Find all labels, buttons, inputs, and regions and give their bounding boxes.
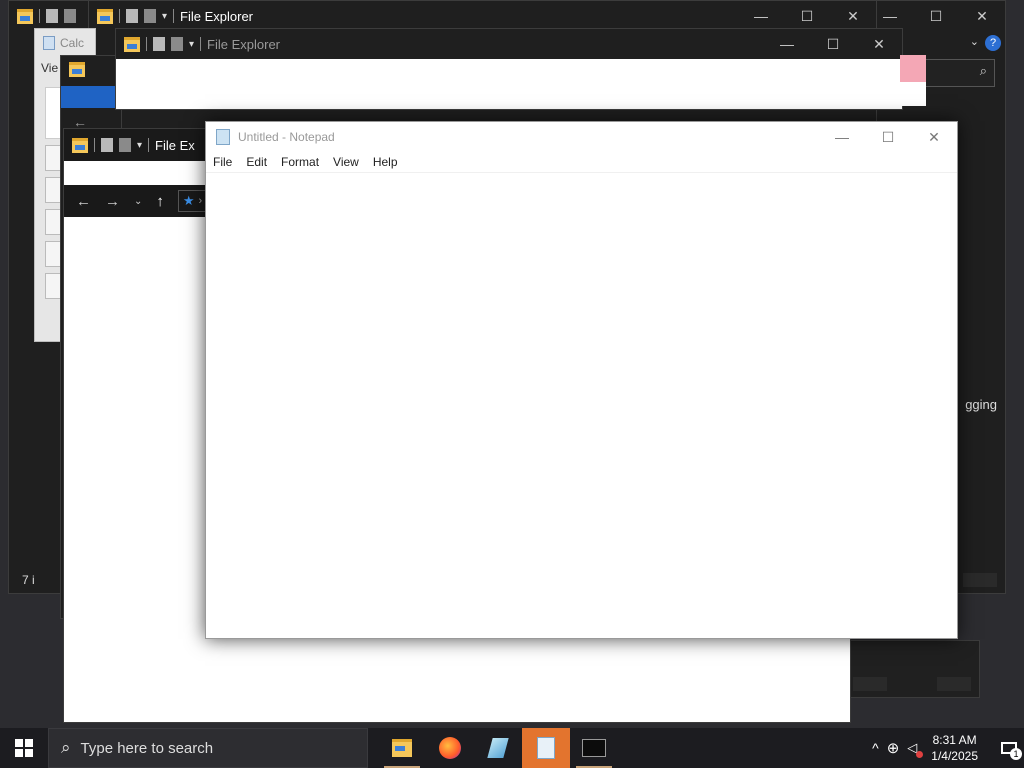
titlebar: Calc [35,29,84,57]
menu-view[interactable]: View [326,152,366,172]
system-tray: ^ ⊕ ◁ 8:31 AM 1/4/2025 1 [872,728,1024,768]
properties-icon[interactable] [153,37,165,51]
action-center-button[interactable]: 1 [994,728,1024,768]
taskbar-file-explorer[interactable] [378,728,426,768]
address-bar[interactable]: ★ › [177,190,208,212]
taskbar-command-prompt[interactable] [570,728,618,768]
window-controls: — ☐ ✕ [819,122,957,152]
new-folder-icon[interactable] [171,37,183,51]
back-arrow-icon[interactable]: ← [76,193,91,210]
start-button[interactable] [0,728,48,768]
properties-icon[interactable] [101,138,113,152]
status-bar-count: 7 i [22,573,35,587]
properties-icon[interactable] [46,9,58,23]
window-title: File Explorer [180,8,253,24]
titlebar: ▾ File Explorer — ☐ ✕ [116,29,902,59]
customize-toolbar-icon[interactable]: ▾ [189,39,194,50]
menu-view[interactable]: Vie [41,61,58,75]
partial-label: gging [965,397,997,412]
windows-logo-icon [15,739,33,757]
minimize-icon[interactable]: — [738,1,784,31]
folder-icon [392,739,412,757]
calculator-icon [43,36,55,50]
separator [119,9,120,23]
help-icon[interactable]: ? [985,35,1001,51]
notepad-icon [537,737,555,759]
maximize-icon[interactable]: ☐ [784,1,830,31]
customize-toolbar-icon[interactable]: ▾ [162,11,167,22]
search-icon: ⌕ [61,738,71,757]
pink-highlight [900,55,926,82]
separator [146,37,147,51]
view-toggle-icons[interactable] [937,677,971,691]
close-icon[interactable]: ✕ [830,1,876,31]
folder-icon [17,8,33,24]
ribbon-file-tab[interactable] [61,86,121,108]
maximize-icon[interactable]: ☐ [810,29,856,59]
network-icon[interactable]: ⊕ [887,739,900,757]
separator [173,9,175,23]
window-title: File Ex [155,137,195,153]
separator [39,9,40,23]
folder-icon [97,8,113,24]
minimize-icon[interactable]: — [764,29,810,59]
recent-locations-icon[interactable]: ⌄ [134,196,142,207]
window-title: File Explorer [207,36,280,52]
notification-badge: 1 [1010,748,1022,760]
text-editor-area[interactable] [206,173,957,638]
volume-muted-icon[interactable]: ◁ [907,740,924,758]
view-toggle-icons[interactable] [963,573,997,587]
menu-format[interactable]: Format [274,152,326,172]
new-folder-icon[interactable] [119,138,131,152]
notepad-icon [216,129,230,145]
separator [200,37,202,51]
clock[interactable]: 8:31 AM 1/4/2025 [931,732,978,764]
file-explorer-window-lowright [848,640,980,698]
taskbar-notepad[interactable] [522,728,570,768]
taskbar-paint-3d[interactable] [474,728,522,768]
maximize-icon[interactable]: ☐ [865,122,911,152]
close-icon[interactable]: ✕ [911,122,957,152]
menu-help[interactable]: Help [366,152,405,172]
new-folder-icon[interactable] [144,9,156,23]
separator [94,138,95,152]
minimize-icon[interactable]: — [819,122,865,152]
folder-icon [69,62,85,77]
paint-3d-icon [487,738,509,758]
menu-edit[interactable]: Edit [239,152,274,172]
properties-icon[interactable] [126,9,138,23]
window-controls: — ☐ ✕ [738,1,876,31]
time-label: 8:31 AM [932,733,977,747]
new-folder-icon[interactable] [64,9,76,23]
firefox-icon [439,737,461,759]
command-prompt-icon [582,739,606,757]
search-box[interactable]: ⌕ Type here to search [48,728,368,768]
window-controls: — ☐ ✕ [867,1,1005,31]
window-controls: — ☐ ✕ [764,29,902,59]
window-title: Untitled - Notepad [238,130,335,144]
show-hidden-icons[interactable]: ^ [872,740,879,756]
taskbar: ⌕ Type here to search ^ ⊕ ◁ 8:31 AM 1/4/… [0,728,1024,768]
separator [148,138,150,152]
search-placeholder: Type here to search [80,739,214,757]
customize-toolbar-icon[interactable]: ▾ [137,140,142,151]
close-icon[interactable]: ✕ [959,1,1005,31]
folder-icon [72,137,88,153]
ribbon-expand-icon[interactable]: ⌄ [970,35,979,48]
search-icon[interactable]: ⌕ [980,63,987,79]
file-explorer-window-white: ▾ File Explorer — ☐ ✕ [115,28,903,110]
up-arrow-icon[interactable]: ↑ [156,193,164,210]
menu-bar: File Edit Format View Help [206,152,957,173]
window-title: Calc [60,36,85,50]
folder-icon [124,36,140,52]
view-toggle-icons[interactable] [853,677,887,691]
taskbar-firefox[interactable] [426,728,474,768]
white-strip [900,82,926,106]
date-label: 1/4/2025 [931,749,978,763]
maximize-icon[interactable]: ☐ [913,1,959,31]
notepad-window: Untitled - Notepad — ☐ ✕ File Edit Forma… [205,121,958,639]
forward-arrow-icon[interactable]: → [105,193,120,210]
close-icon[interactable]: ✕ [856,29,902,59]
menu-file[interactable]: File [206,152,239,172]
